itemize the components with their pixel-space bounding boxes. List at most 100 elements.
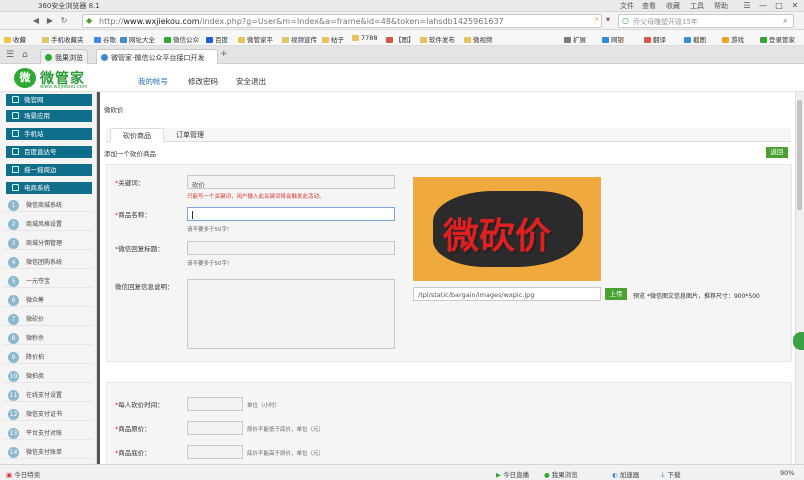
main-content: 微砍价 砍价商品 订单管理 添加一个砍价商品 返回 *关键词： 砍价 只能写一个… [100, 92, 795, 464]
page-scrollbar-thumb[interactable] [797, 100, 802, 210]
bookmark-weiguanjia[interactable]: 微管家平 [238, 34, 273, 44]
sidebar-item-commission[interactable]: 3 商城分佣管理 [4, 237, 92, 250]
bookmark-baidu[interactable]: 百度 [206, 34, 228, 44]
menu-help[interactable]: 帮助 [714, 1, 728, 11]
cover-image: 微砍价 [413, 177, 601, 281]
status-live[interactable]: ▶ 今日直播 [496, 469, 529, 479]
sidebar-item-bills[interactable]: 14 微信支付账单 [4, 446, 92, 459]
form-panel-price: *每人砍价时间： 单位（小时） *商品原价： 原价不能低于底价，单位（元） *商… [106, 382, 792, 464]
minimize-button[interactable]: — [756, 0, 770, 11]
nav-my-account[interactable]: 我的帐号 [138, 76, 168, 87]
tab-list-icon[interactable]: ☰ [6, 50, 14, 60]
maximize-button[interactable]: □ [772, 0, 786, 11]
menu-favorites[interactable]: 收藏 [666, 1, 680, 11]
bookmark-urls[interactable]: 网址大全 [120, 34, 155, 44]
menu-view[interactable]: 查看 [642, 1, 656, 11]
tab-browser[interactable]: 我果浏览 [40, 49, 88, 64]
ext-screenshot[interactable]: 截图 [684, 34, 706, 44]
ext-games[interactable]: 游戏 [722, 34, 744, 44]
bookmark-posts[interactable]: 帖子 [322, 34, 344, 44]
orig-price-input[interactable] [187, 421, 243, 435]
bookmark-wechat[interactable]: 微信公众 [164, 34, 199, 44]
dropdown-icon[interactable]: ▾ [606, 15, 610, 24]
tab-weiguanjia[interactable]: 微管家-微信公众平台接口开发 [96, 49, 218, 64]
refresh-icon[interactable]: ↻ [58, 14, 70, 27]
product-name-input[interactable] [187, 207, 395, 221]
bargain-time-input[interactable] [187, 397, 243, 411]
site-header: 微 微管家 www.wxjiekou.com 我的帐号 修改密码 安全退出 [0, 64, 804, 92]
sidebar-group-mobile[interactable]: 手机站 [6, 128, 92, 140]
sidebar-group-baidu[interactable]: 百度直达号 [6, 146, 92, 158]
reply-desc-textarea[interactable] [187, 279, 395, 349]
ext-login[interactable]: 登录管家 [760, 34, 795, 44]
folder-icon [352, 35, 359, 41]
bookmark-7788[interactable]: 7788 [352, 34, 378, 42]
sidebar-item-payment-settings[interactable]: 11 在线支付设置 [4, 389, 92, 402]
sidebar-item-mall[interactable]: 1 微信商城系统 [4, 199, 92, 212]
home-icon[interactable]: ⌂ [22, 50, 28, 60]
translate-icon [644, 37, 651, 43]
min-price-input[interactable] [187, 445, 243, 459]
sub-tabs: 砍价商品 订单管理 [106, 128, 791, 142]
upload-button[interactable]: 上传 [605, 288, 627, 300]
back-button[interactable]: 返回 [766, 147, 788, 158]
new-tab-icon[interactable]: + [220, 49, 228, 59]
bookmark-mobile[interactable]: 手机收藏夹 [42, 34, 84, 44]
bookmark-video[interactable]: 视频宣传 [282, 34, 317, 44]
menu-tools[interactable]: 工具 [690, 1, 704, 11]
ext-banking[interactable]: 网银 [602, 34, 624, 44]
sidebar-item-flash-sale[interactable]: 8 微秒杀 [4, 332, 92, 345]
sidebar-group-microsite[interactable]: 微官网 [6, 94, 92, 106]
keyword-input[interactable]: 砍价 [187, 175, 395, 189]
sidebar-group-shake[interactable]: 摇一摇周边 [6, 164, 92, 176]
folder-icon [464, 37, 471, 43]
nav-change-password[interactable]: 修改密码 [188, 76, 218, 87]
back-arrow-icon[interactable]: ◀ [30, 14, 42, 27]
sidebar-item-crowdfund[interactable]: 6 微众筹 [4, 294, 92, 307]
close-button[interactable]: ✕ [788, 0, 802, 11]
image-path-input[interactable]: /tpl/static/bargain/images/wxpic.jpg [413, 287, 601, 301]
grid-icon [12, 112, 19, 119]
bookmark-images[interactable]: 【图】 [386, 34, 415, 44]
bookmark-favorites[interactable]: 收藏 [4, 34, 26, 44]
tab-bar: ☰ ⌂ 我果浏览 微管家-微信公众平台接口开发 + [0, 46, 804, 64]
skin-icon[interactable]: ☰ [740, 0, 754, 11]
sidebar-item-reconcile[interactable]: 13 平台支付对账 [4, 427, 92, 440]
sidebar-item-lottery[interactable]: 5 一元夺宝 [4, 275, 92, 288]
search-icon[interactable]: ⌕ [783, 16, 787, 26]
lightning-icon[interactable]: ⚡ [594, 15, 600, 24]
menu-file[interactable]: 文件 [620, 1, 634, 11]
preview-link[interactable]: 预览 [633, 293, 645, 300]
search-input[interactable]: ○ 乔父母雕塑开毁15年 ⌕ [618, 14, 794, 28]
side-float-icon[interactable] [793, 332, 804, 350]
url-input[interactable]: ◆ http://www.wxjiekou.com/index.php?g=Us… [82, 14, 602, 28]
sidebar-item-bargain[interactable]: 7 微砍价 [4, 313, 92, 326]
sidebar-group-scene[interactable]: 场景应用 [6, 110, 92, 122]
sidebar-item-auction[interactable]: 10 微拍卖 [4, 370, 92, 383]
sidebar-item-price-drop[interactable]: 9 降价拍 [4, 351, 92, 364]
sidebar-group-ecommerce[interactable]: 电商系统 [6, 182, 92, 194]
bookmark-google[interactable]: 谷歌 [94, 34, 116, 44]
grid-icon [564, 37, 571, 43]
zoom-level[interactable]: 90% [780, 469, 794, 477]
tab-bargain-goods[interactable]: 砍价商品 [110, 128, 164, 142]
sidebar-item-mall-style[interactable]: 2 商城风格设置 [4, 218, 92, 231]
reply-title-input[interactable] [187, 241, 395, 255]
reply-desc-label: 微信回复信息说明： [115, 283, 174, 291]
sidebar-item-groupbuy[interactable]: 4 微信团购系统 [4, 256, 92, 269]
daily-deals[interactable]: ▣ 今日特卖 [6, 469, 40, 479]
sidebar-item-pay-cert[interactable]: 12 微信支付证书 [4, 408, 92, 421]
forward-arrow-icon[interactable]: ▶ [44, 14, 56, 27]
status-browser[interactable]: ● 我果浏览 [544, 469, 578, 479]
speed-icon: ◐ [612, 471, 618, 479]
ext-translate[interactable]: 翻译 [644, 34, 666, 44]
tab-orders[interactable]: 订单管理 [164, 128, 216, 142]
bookmark-software[interactable]: 软件发布 [420, 34, 455, 44]
status-bar: ▣ 今日特卖 ▶ 今日直播 ● 我果浏览 ◐ 加速器 ↓ 下载 90% [0, 464, 804, 480]
bookmark-micro-video[interactable]: 微视频 [464, 34, 493, 44]
nav-logout[interactable]: 安全退出 [236, 76, 266, 87]
status-accelerator[interactable]: ◐ 加速器 [612, 469, 639, 479]
status-download[interactable]: ↓ 下载 [660, 469, 681, 479]
ext-extensions[interactable]: 扩展 [564, 34, 586, 44]
pen-icon [12, 148, 19, 155]
